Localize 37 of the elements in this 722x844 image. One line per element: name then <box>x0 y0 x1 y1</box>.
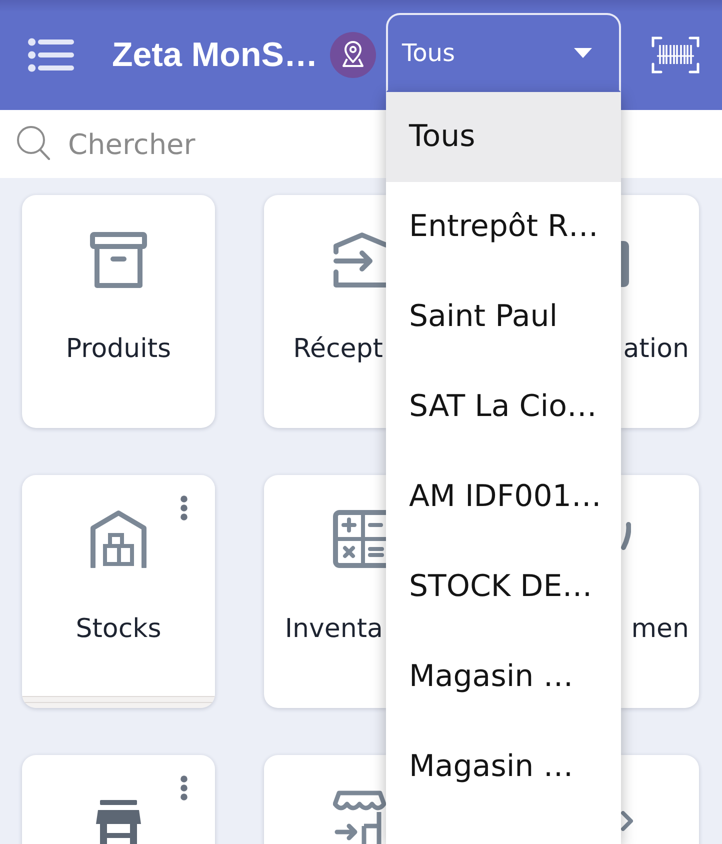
caret-down-icon <box>574 48 592 58</box>
tile-label: Récept <box>293 333 383 366</box>
dropdown-option[interactable]: AM IDF001… <box>386 452 621 542</box>
tile-card[interactable]: ation <box>621 195 699 428</box>
tile-label: Produits <box>66 333 172 366</box>
tile-label: Stocks <box>76 613 162 646</box>
store-icon <box>96 800 141 844</box>
barcode-scanner-icon[interactable] <box>651 36 700 74</box>
menu-icon[interactable] <box>28 38 74 72</box>
location-pin-icon[interactable] <box>330 32 376 78</box>
store-arrow-icon <box>333 790 386 844</box>
house-arrow-icon <box>333 232 386 288</box>
tile-card[interactable]: Produits <box>22 195 215 428</box>
dropdown-option[interactable]: Entrepôt R… <box>386 182 621 272</box>
app-title: Zeta MonS… <box>112 35 318 75</box>
partial-icon <box>621 522 631 550</box>
dropdown-option[interactable]: SAT La Cio… <box>386 362 621 452</box>
dropdown-option[interactable]: Saint Paul <box>386 272 621 362</box>
archive-box-icon <box>90 232 147 288</box>
warehouse-icon <box>90 510 147 568</box>
dropdown-option[interactable]: Magasin … <box>386 632 621 722</box>
tile-card[interactable]: Récept <box>264 195 386 428</box>
tile-card[interactable]: men <box>621 475 699 708</box>
more-vertical-icon[interactable] <box>180 775 188 801</box>
calculator-icon <box>333 510 386 568</box>
dropdown-option[interactable]: STOCK DE… <box>386 542 621 632</box>
partial-icon <box>621 241 629 287</box>
tile-card[interactable]: Stocks <box>22 475 215 708</box>
chevron-icon <box>621 811 633 831</box>
tile-card[interactable]: Inventa <box>264 475 386 708</box>
more-vertical-icon[interactable] <box>180 495 188 521</box>
dropdown-option[interactable]: Magasin … <box>386 722 621 812</box>
tile-label: ation <box>623 333 689 366</box>
dropdown-option[interactable]: Tous <box>386 92 621 182</box>
tile-label: men <box>631 613 689 646</box>
search-icon <box>16 125 50 160</box>
tile-label: Inventa <box>284 613 383 646</box>
